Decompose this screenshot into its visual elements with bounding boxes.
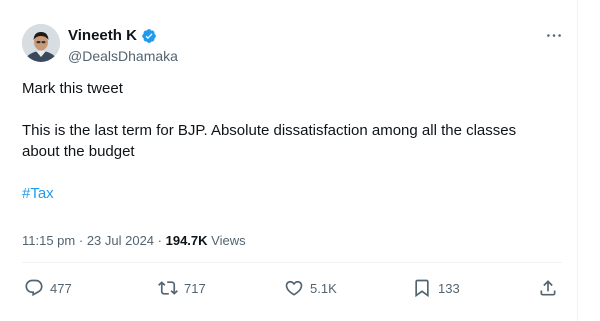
reply-bubble-icon (24, 278, 44, 298)
tweet-meta: 11:15 pm · 23 Jul 2024 · 194.7K Views (22, 233, 246, 249)
views-count[interactable]: 194.7K (166, 233, 208, 248)
more-options-button[interactable] (544, 26, 564, 42)
repost-arrows-icon (158, 278, 178, 298)
like-count: 5.1K (310, 280, 337, 296)
reply-button[interactable]: 477 (24, 278, 72, 298)
more-dots-icon (546, 25, 562, 43)
bookmark-icon (412, 278, 432, 298)
avatar[interactable] (22, 24, 60, 62)
share-upload-icon (538, 278, 558, 298)
meta-separator: · (154, 233, 166, 248)
share-button[interactable] (538, 278, 558, 298)
divider (22, 262, 562, 263)
heart-icon (284, 278, 304, 298)
tweet-text-paragraph: This is the last term for BJP. Absolute … (22, 122, 517, 160)
like-button[interactable]: 5.1K (284, 278, 337, 298)
meta-separator: · (75, 233, 87, 248)
verified-badge-icon (141, 28, 157, 44)
bookmark-button[interactable]: 133 (412, 278, 460, 298)
repost-count: 717 (184, 280, 206, 296)
tweet-date[interactable]: 23 Jul 2024 (87, 233, 154, 248)
author-name[interactable]: Vineeth K (68, 27, 137, 45)
author-row: Vineeth K (68, 27, 157, 45)
tweet-time[interactable]: 11:15 pm (22, 233, 75, 248)
repost-button[interactable]: 717 (158, 278, 206, 298)
bookmark-count: 133 (438, 280, 460, 296)
avatar-image (22, 24, 60, 62)
hashtag-link[interactable]: #Tax (22, 185, 54, 202)
tweet-text-line: Mark this tweet (22, 80, 123, 97)
reply-count: 477 (50, 280, 72, 296)
tweet-card: Vineeth K @DealsDhamaka Mark this tweet … (0, 0, 578, 321)
author-handle[interactable]: @DealsDhamaka (68, 48, 178, 65)
tweet-text: Mark this tweet This is the last term fo… (22, 78, 542, 204)
views-label: Views (211, 233, 246, 248)
